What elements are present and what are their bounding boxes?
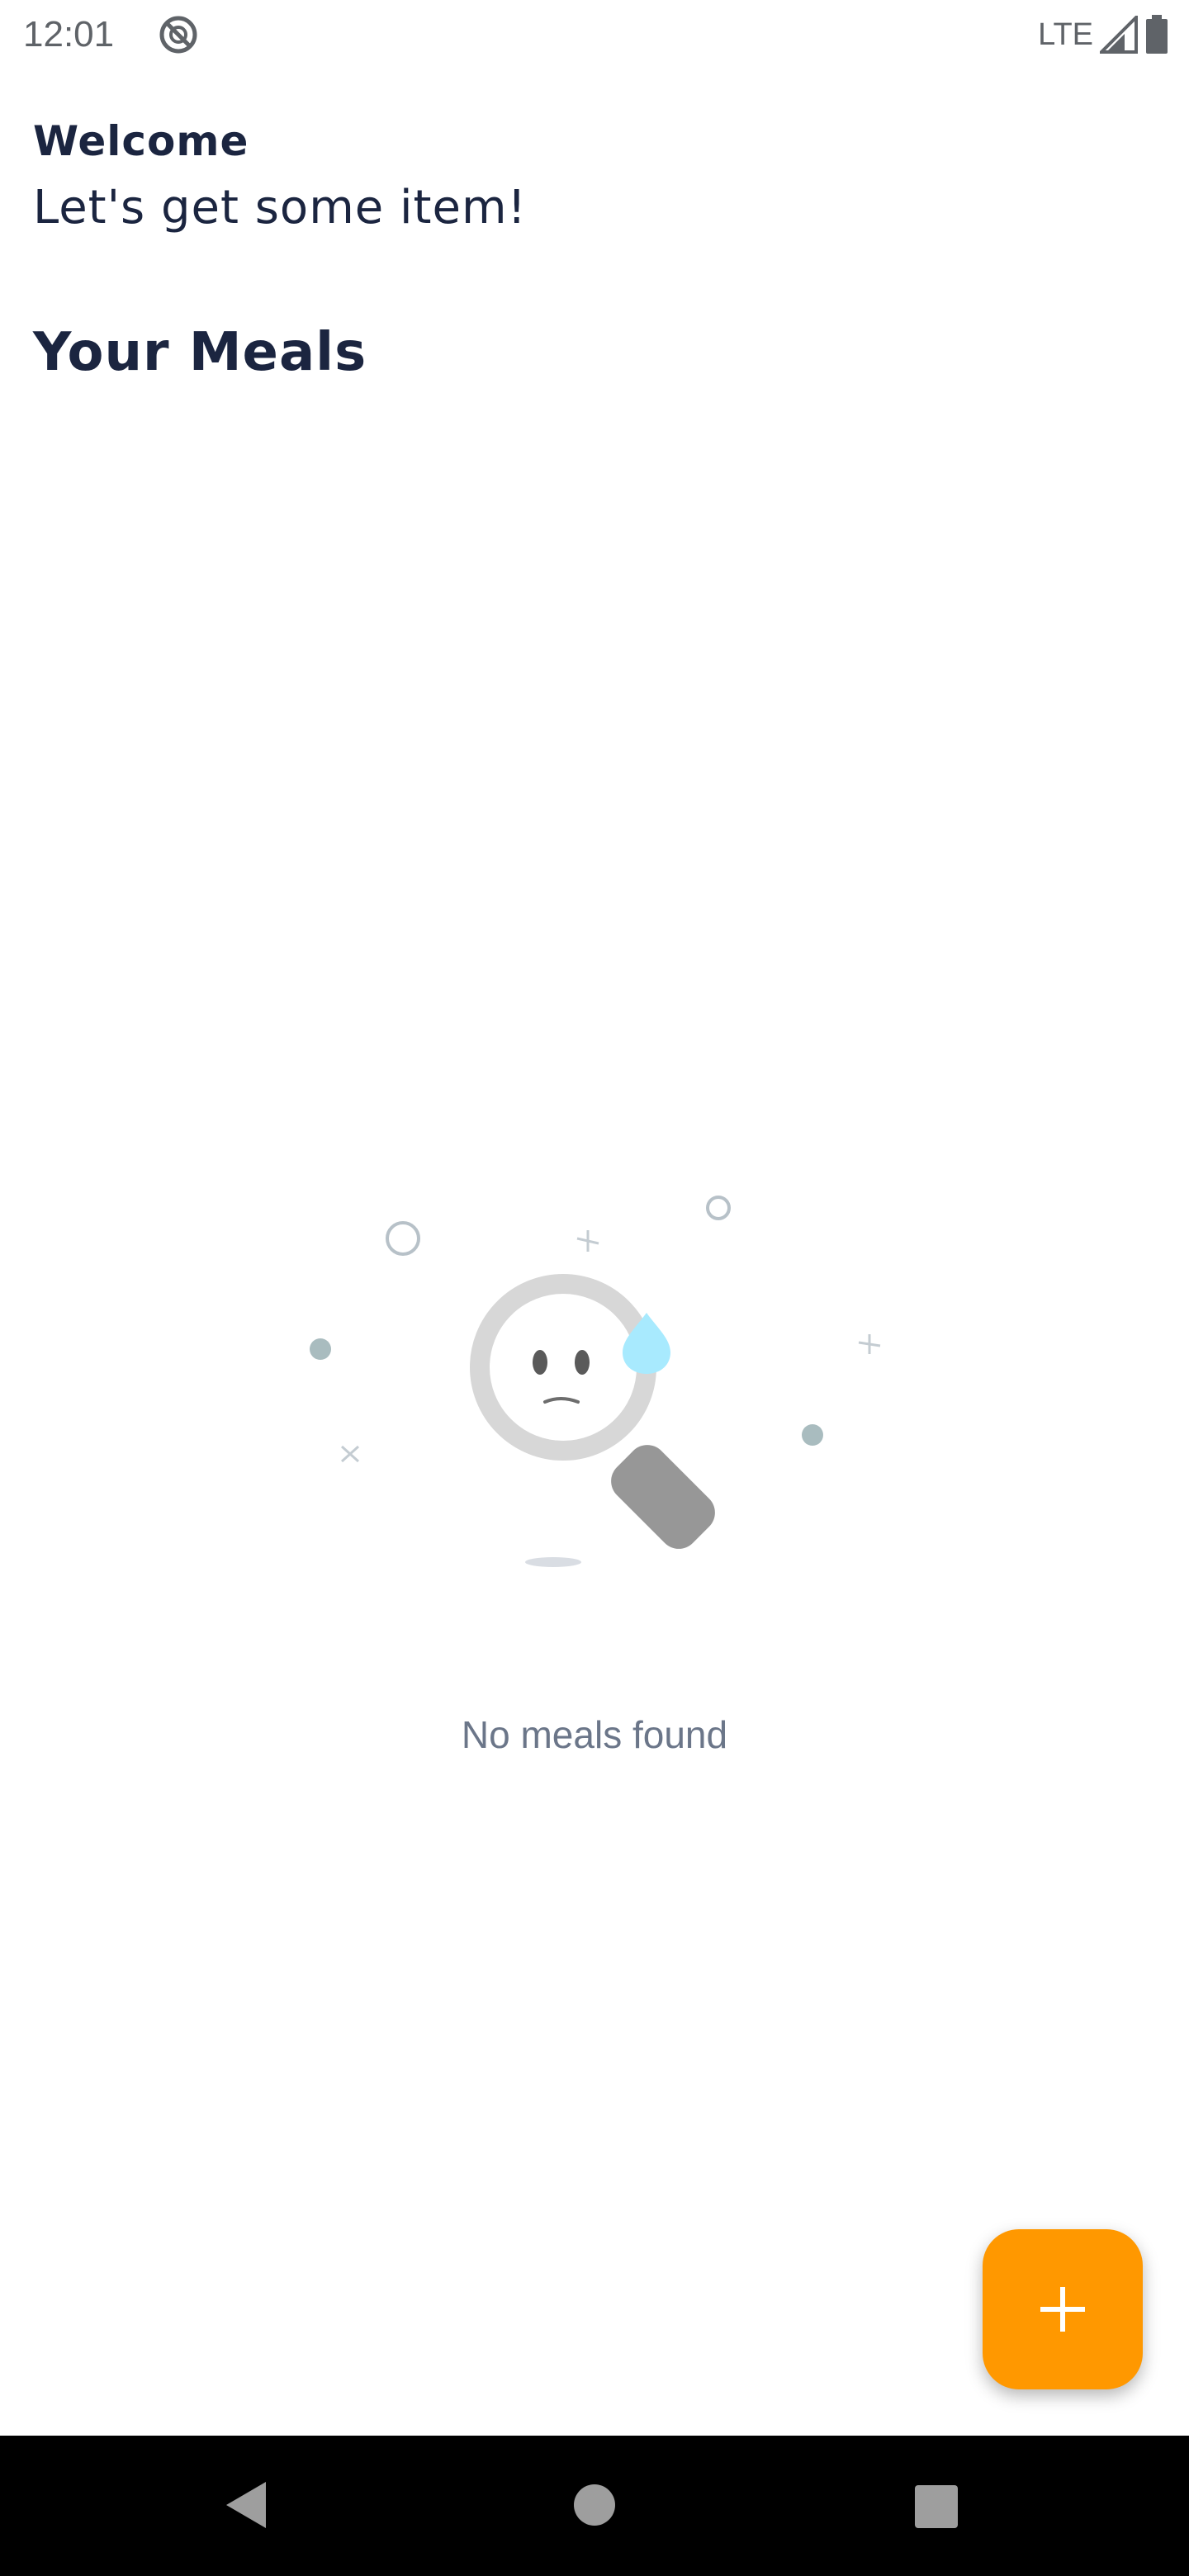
status-bar: 12:01 LTE [0,0,1189,69]
status-time: 12:01 [23,14,115,54]
empty-state-message: No meals found [461,1713,728,1756]
face-eye-left-icon [533,1350,547,1375]
home-icon[interactable] [573,2484,616,2526]
face-eye-right-icon [575,1350,590,1375]
decor-cross-icon [340,1445,360,1463]
magnifier-lens [470,1274,656,1461]
plus-icon [1040,2287,1085,2332]
meals-section-title: Your Meals [33,322,367,383]
decor-dot-icon [310,1338,331,1360]
decor-dot-icon [802,1424,823,1446]
sync-blocked-icon [159,16,197,54]
welcome-subtitle: Let's get some item! [33,181,527,234]
status-indicators: LTE [1038,12,1169,58]
battery-icon [1146,15,1168,54]
sad-magnifier-illustration [310,1196,881,1567]
system-navigation-bar [0,2436,1189,2576]
illustration-shadow [525,1557,581,1567]
decor-ring-icon [706,1196,731,1220]
network-type: LTE [1038,17,1093,52]
decor-ring-icon [386,1221,420,1256]
welcome-heading: Welcome [33,117,249,165]
add-meal-button[interactable] [983,2229,1143,2389]
back-icon[interactable] [221,2479,274,2531]
signal-icon [1100,16,1138,54]
magnifier-handle [611,1445,715,1549]
recents-icon[interactable] [915,2485,958,2528]
